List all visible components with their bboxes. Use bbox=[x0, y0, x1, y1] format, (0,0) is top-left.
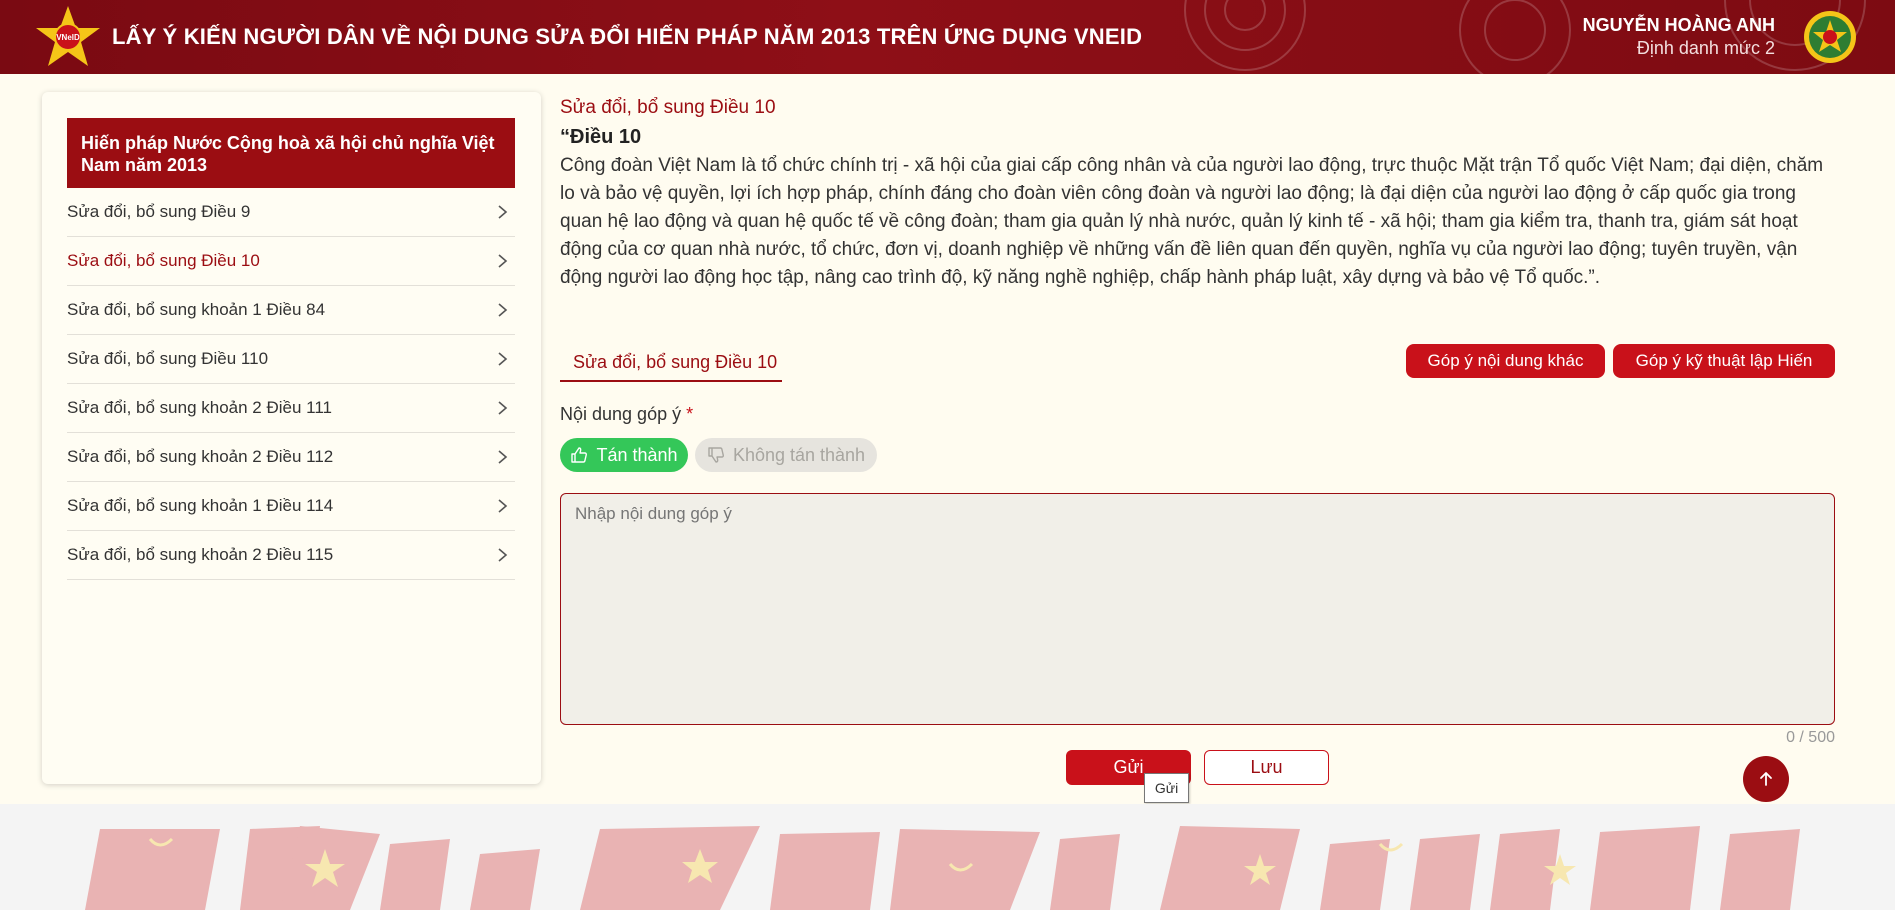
content-label: Nội dung góp ý * bbox=[560, 404, 693, 425]
agree-button[interactable]: Tán thành bbox=[560, 438, 688, 472]
thumbs-up-icon bbox=[571, 447, 588, 463]
sidebar-item-khoan-1-dieu-84[interactable]: Sửa đổi, bổ sung khoản 1 Điều 84 bbox=[67, 286, 515, 335]
chevron-right-icon bbox=[498, 352, 508, 366]
chevron-right-icon bbox=[498, 548, 508, 562]
sidebar-item-khoan-2-dieu-112[interactable]: Sửa đổi, bổ sung khoản 2 Điều 112 bbox=[67, 433, 515, 482]
arrow-up-icon bbox=[1760, 772, 1772, 786]
chevron-right-icon bbox=[498, 499, 508, 513]
chevron-right-icon bbox=[498, 303, 508, 317]
agree-label: Tán thành bbox=[596, 444, 678, 465]
tab-dieu-10[interactable]: Sửa đổi, bổ sung Điều 10 bbox=[560, 348, 782, 382]
save-button[interactable]: Lưu bbox=[1204, 750, 1329, 785]
sidebar-item-label: Sửa đổi, bổ sung Điều 110 bbox=[67, 349, 269, 368]
user-name: NGUYỄN HOÀNG ANH bbox=[1582, 15, 1775, 35]
article-title: “Điều 10 bbox=[560, 126, 642, 148]
chevron-right-icon bbox=[498, 450, 508, 464]
technical-feedback-button[interactable]: Góp ý kỹ thuật lập Hiến bbox=[1613, 344, 1835, 378]
avatar[interactable] bbox=[1803, 10, 1857, 64]
sidebar-item-label: Sửa đổi, bổ sung khoản 1 Điều 114 bbox=[67, 496, 334, 515]
sidebar-item-khoan-2-dieu-111[interactable]: Sửa đổi, bổ sung khoản 2 Điều 111 bbox=[67, 384, 515, 433]
logo-text: VNeID bbox=[56, 33, 80, 42]
page-title: LẤY Ý KIẾN NGƯỜI DÂN VỀ NỘI DUNG SỬA ĐỔI… bbox=[112, 24, 1143, 49]
sidebar: Hiến pháp Nước Cộng hoà xã hội chủ nghĩa… bbox=[42, 92, 541, 784]
flags-illustration bbox=[85, 826, 1800, 910]
character-counter: 0 / 500 bbox=[1786, 729, 1835, 746]
sidebar-item-label: Sửa đổi, bổ sung khoản 1 Điều 84 bbox=[67, 300, 326, 319]
sidebar-heading: Hiến pháp Nước Cộng hoà xã hội chủ nghĩa… bbox=[67, 118, 515, 188]
thumbs-down-icon bbox=[708, 447, 724, 463]
send-tooltip: Gửi bbox=[1144, 773, 1189, 803]
sidebar-item-khoan-2-dieu-115[interactable]: Sửa đổi, bổ sung khoản 2 Điều 115 bbox=[67, 531, 515, 580]
article-body: Công đoàn Việt Nam là tổ chức chính trị … bbox=[560, 155, 1824, 288]
scroll-to-top-button[interactable] bbox=[1743, 756, 1789, 802]
chevron-right-icon bbox=[498, 401, 508, 415]
app-header: VNeID LẤY Ý KIẾN NGƯỜI DÂN VỀ NỘI DUNG S… bbox=[0, 0, 1895, 74]
feedback-textarea[interactable] bbox=[560, 493, 1835, 725]
section-title: Sửa đổi, bổ sung Điều 10 bbox=[560, 97, 776, 118]
sidebar-item-dieu-9[interactable]: Sửa đổi, bổ sung Điều 9 bbox=[67, 188, 515, 237]
chevron-right-icon bbox=[498, 254, 508, 268]
sidebar-item-khoan-1-dieu-114[interactable]: Sửa đổi, bổ sung khoản 1 Điều 114 bbox=[67, 482, 515, 531]
sidebar-item-dieu-110[interactable]: Sửa đổi, bổ sung Điều 110 bbox=[67, 335, 515, 384]
sidebar-item-label: Sửa đổi, bổ sung Điều 10 bbox=[67, 251, 260, 270]
chevron-right-icon bbox=[498, 205, 508, 219]
disagree-label: Không tán thành bbox=[732, 444, 866, 465]
required-mark: * bbox=[686, 404, 694, 424]
content-label-text: Nội dung góp ý bbox=[560, 404, 682, 424]
sidebar-item-label: Sửa đổi, bổ sung khoản 2 Điều 111 bbox=[67, 398, 332, 417]
footer-banner bbox=[0, 804, 1895, 910]
other-feedback-button[interactable]: Góp ý nội dung khác bbox=[1406, 344, 1605, 378]
sidebar-item-dieu-10[interactable]: Sửa đổi, bổ sung Điều 10 bbox=[67, 237, 515, 286]
sidebar-item-label: Sửa đổi, bổ sung khoản 2 Điều 115 bbox=[67, 545, 334, 564]
sidebar-list: Sửa đổi, bổ sung Điều 9 Sửa đổi, bổ sung… bbox=[67, 188, 515, 580]
sidebar-item-label: Sửa đổi, bổ sung Điều 9 bbox=[67, 202, 251, 221]
sidebar-item-label: Sửa đổi, bổ sung khoản 2 Điều 112 bbox=[67, 447, 334, 466]
vneid-logo[interactable]: VNeID bbox=[34, 4, 102, 70]
user-level: Định danh mức 2 bbox=[1636, 38, 1775, 58]
disagree-button[interactable]: Không tán thành bbox=[695, 438, 877, 472]
